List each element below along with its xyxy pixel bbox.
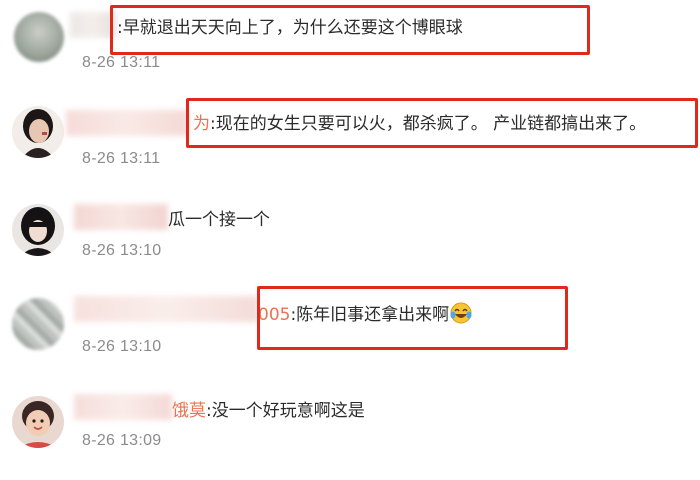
- comment-item: 饿莫:没一个好玩意啊这是 8-26 13:09: [0, 384, 700, 480]
- comment-time: 8-26 13:10: [82, 242, 162, 259]
- username-redacted: [66, 110, 188, 136]
- username-redacted: [74, 394, 172, 420]
- comment-text: 瓜一个接一个: [168, 210, 270, 230]
- avatar[interactable]: [12, 396, 64, 448]
- username-redacted: [74, 296, 258, 322]
- comment-item: 为:现在的女生只要可以火，都杀疯了。 产业链都搞出来了。 8-26 13:11: [0, 96, 700, 192]
- comment-time: 8-26 13:11: [82, 54, 161, 71]
- comment-time: 8-26 13:10: [82, 338, 162, 355]
- comment-text: 饿莫:没一个好玩意啊这是: [172, 401, 365, 421]
- highlight-box: [186, 98, 698, 148]
- comment-username[interactable]: 饿莫: [172, 401, 206, 421]
- username-redacted: [74, 204, 168, 230]
- comment-time: 8-26 13:11: [82, 150, 161, 167]
- comment-item: :早就退出天天向上了，为什么还要这个博眼球 8-26 13:11: [0, 0, 700, 96]
- comment-time: 8-26 13:09: [82, 432, 162, 449]
- avatar[interactable]: [12, 204, 64, 256]
- avatar[interactable]: [12, 106, 64, 158]
- highlight-box: [257, 286, 568, 350]
- avatar[interactable]: [12, 298, 64, 350]
- comment-item: 瓜一个接一个 8-26 13:10: [0, 192, 700, 288]
- comment-item: 005:陈年旧事还拿出来啊 8-26 13:10: [0, 286, 700, 384]
- highlight-box: [110, 5, 590, 55]
- avatar[interactable]: [14, 12, 64, 62]
